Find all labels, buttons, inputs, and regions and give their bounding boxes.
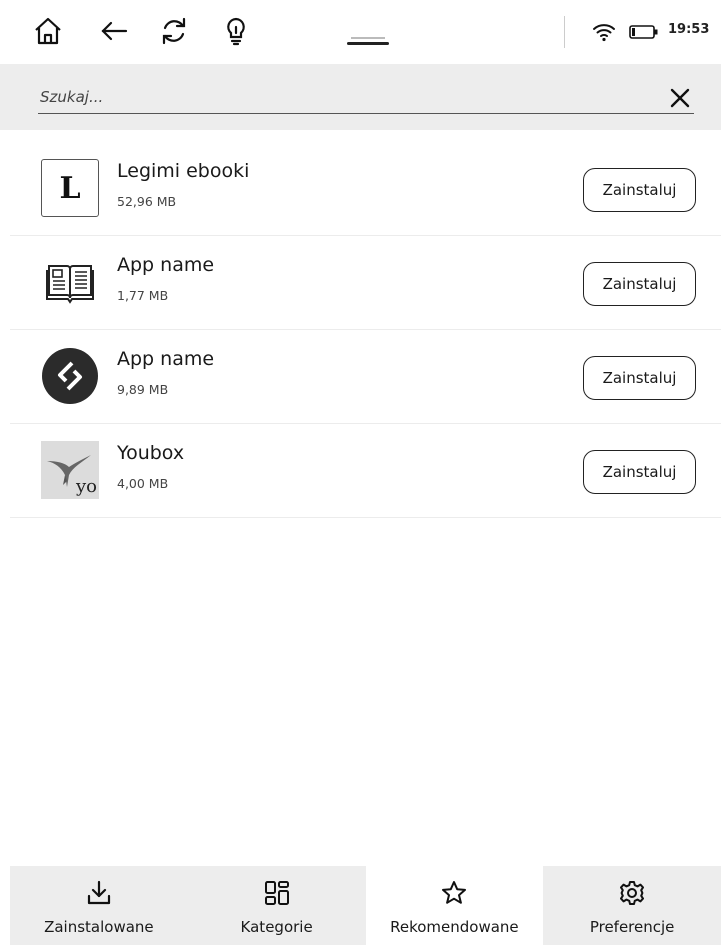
tab-label: Zainstalowane	[44, 918, 154, 936]
install-button[interactable]: Zainstaluj	[583, 262, 696, 306]
panel-handle[interactable]	[347, 37, 389, 45]
app-name: Legimi ebooki	[117, 160, 250, 182]
app-size: 52,96 MB	[117, 194, 177, 209]
star-icon	[439, 878, 469, 908]
search-input[interactable]	[38, 80, 694, 114]
tab-label: Rekomendowane	[390, 918, 519, 936]
install-button[interactable]: Zainstaluj	[583, 168, 696, 212]
clear-search-button[interactable]	[666, 84, 694, 112]
list-item[interactable]: yo Youbox 4,00 MB Zainstaluj	[10, 424, 721, 518]
status-bar: 19:53	[0, 0, 721, 64]
tab-label: Preferencje	[589, 918, 675, 936]
app-size: 4,00 MB	[117, 476, 169, 491]
list-item[interactable]: App name 9,89 MB Zainstaluj	[10, 330, 721, 424]
list-item[interactable]: L Legimi ebooki 52,96 MB Zainstaluj	[10, 142, 721, 236]
open-book-icon	[40, 252, 100, 312]
list-item[interactable]: App name 1,77 MB Zainstaluj	[10, 236, 721, 330]
bottom-navigation: Zainstalowane Kategorie Rekomendowane Pr…	[10, 866, 721, 945]
app-name: Youbox	[117, 442, 185, 464]
clock: 19:53	[668, 22, 710, 37]
app-name: App name	[117, 348, 215, 370]
lightbulb-icon[interactable]	[219, 14, 253, 48]
refresh-icon[interactable]	[157, 14, 191, 48]
legimi-logo-letter: L	[41, 159, 99, 217]
install-button[interactable]: Zainstaluj	[583, 356, 696, 400]
legimi-logo-icon: L	[40, 158, 100, 218]
wifi-icon	[593, 24, 615, 42]
status-divider	[564, 16, 565, 48]
home-icon[interactable]	[31, 14, 65, 48]
categories-icon	[262, 878, 292, 908]
back-arrow-icon[interactable]	[97, 14, 131, 48]
download-icon	[84, 878, 114, 908]
app-size: 9,89 MB	[117, 382, 169, 397]
gear-icon	[617, 878, 647, 908]
app-name: App name	[117, 254, 215, 276]
tab-preferences[interactable]: Preferencje	[543, 866, 721, 945]
battery-icon	[629, 25, 658, 39]
close-icon	[670, 88, 690, 108]
tab-recommended[interactable]: Rekomendowane	[365, 866, 544, 945]
tab-installed[interactable]: Zainstalowane	[10, 866, 188, 945]
diamond-logo-icon	[40, 346, 100, 406]
search-bar	[0, 64, 721, 130]
youbox-logo-text: yo	[75, 476, 97, 497]
app-size: 1,77 MB	[117, 288, 169, 303]
install-button[interactable]: Zainstaluj	[583, 450, 696, 494]
tab-categories[interactable]: Kategorie	[187, 866, 366, 945]
app-list: L Legimi ebooki 52,96 MB Zainstaluj App …	[10, 142, 721, 518]
youbox-logo-icon: yo	[40, 440, 100, 500]
youbox-logo: yo	[41, 441, 99, 499]
tab-label: Kategorie	[240, 918, 313, 936]
